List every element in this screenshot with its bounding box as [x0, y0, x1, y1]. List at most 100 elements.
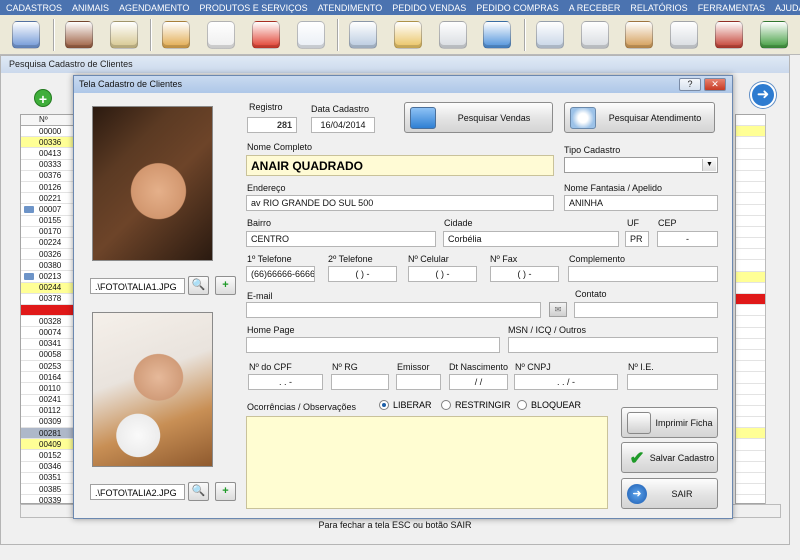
cidade-field[interactable]: Corbélia	[443, 231, 619, 247]
toolbar-button-12[interactable]	[576, 17, 613, 53]
menu-item-8[interactable]: RELATÓRIOS	[630, 3, 687, 13]
msn-field[interactable]	[508, 337, 718, 353]
toolbar-button-1[interactable]	[61, 17, 98, 53]
toolbar-button-11[interactable]	[532, 17, 569, 53]
table-row[interactable]: 00336	[21, 137, 75, 149]
add-client-icon[interactable]: +	[34, 89, 52, 107]
radio-restringir[interactable]: RESTRINGIR	[441, 400, 511, 410]
sair-button[interactable]: ➜ SAIR	[621, 478, 718, 509]
table-row[interactable]: 00170	[21, 227, 75, 238]
endereco-field[interactable]: av RIO GRANDE DO SUL 500	[246, 195, 554, 211]
toolbar-button-2[interactable]	[105, 17, 142, 53]
photo1-add-button[interactable]: +	[215, 276, 236, 295]
rg-field[interactable]	[331, 374, 389, 390]
data-cadastro-field[interactable]: 16/04/2014	[311, 117, 375, 133]
vertical-scrollbar[interactable]	[765, 114, 781, 504]
cnpj-field[interactable]: . . / -	[514, 374, 618, 390]
toolbar-button-13[interactable]	[621, 17, 658, 53]
menu-item-3[interactable]: PRODUTOS E SERVIÇOS	[199, 3, 307, 13]
table-row[interactable]: 00110	[21, 383, 75, 395]
table-row[interactable]: 00112	[21, 406, 75, 417]
toolbar-button-4[interactable]	[203, 17, 240, 53]
photo2-path[interactable]: .\FOTO\TALIA2.JPG	[90, 484, 185, 500]
menu-item-7[interactable]: A RECEBER	[569, 3, 621, 13]
toolbar-button-8[interactable]	[390, 17, 427, 53]
bairro-field[interactable]: CENTRO	[246, 231, 436, 247]
menu-item-2[interactable]: AGENDAMENTO	[119, 3, 189, 13]
table-row[interactable]: 00007	[21, 204, 75, 216]
menu-item-5[interactable]: PEDIDO VENDAS	[392, 3, 466, 13]
homepage-field[interactable]	[246, 337, 500, 353]
toolbar-button-14[interactable]	[666, 17, 703, 53]
next-arrow-button[interactable]: ➜	[750, 82, 776, 108]
ie-field[interactable]	[627, 374, 718, 390]
table-row[interactable]: 00126	[21, 182, 75, 194]
toolbar-button-6[interactable]	[292, 17, 329, 53]
imprimir-ficha-button[interactable]: Imprimir Ficha	[621, 407, 718, 438]
table-row[interactable]: 00346	[21, 462, 75, 473]
table-row[interactable]: 00326	[21, 249, 75, 261]
menu-item-6[interactable]: PEDIDO COMPRAS	[476, 3, 559, 13]
menu-item-1[interactable]: ANIMAIS	[72, 3, 109, 13]
table-row[interactable]: 00413	[21, 148, 75, 160]
table-row[interactable]: 00164	[21, 372, 75, 384]
table-row[interactable]: 00333	[21, 160, 75, 171]
menu-item-9[interactable]: FERRAMENTAS	[698, 3, 765, 13]
menu-item-0[interactable]: CADASTROS	[6, 3, 62, 13]
table-row[interactable]: 00380	[21, 260, 75, 272]
cpf-field[interactable]: . . -	[248, 374, 323, 390]
toolbar-button-0[interactable]	[8, 17, 45, 53]
menu-item-10[interactable]: AJUDA	[775, 3, 800, 13]
table-row[interactable]: 00000	[21, 126, 75, 138]
table-row[interactable]: 00378	[21, 294, 75, 305]
table-row[interactable]: 00224	[21, 238, 75, 250]
observacoes-textarea[interactable]	[246, 416, 608, 509]
radio-liberar[interactable]: LIBERAR	[379, 400, 432, 410]
photo2-add-button[interactable]: +	[215, 482, 236, 501]
table-row[interactable]: 00058	[21, 350, 75, 361]
tipo-cadastro-select[interactable]: ▼	[564, 157, 718, 173]
toolbar-button-15[interactable]	[711, 17, 748, 53]
help-button[interactable]: ?	[679, 78, 701, 91]
contato-field[interactable]	[574, 302, 718, 318]
toolbar-button-10[interactable]	[479, 17, 516, 53]
cep-field[interactable]: -	[657, 231, 718, 247]
table-row[interactable]: 00155	[21, 216, 75, 227]
tel1-field[interactable]: (66)66666-6666	[246, 266, 315, 282]
table-row[interactable]: 00074	[21, 327, 75, 339]
toolbar-button-7[interactable]	[345, 17, 382, 53]
table-row[interactable]: 00152	[21, 450, 75, 462]
pesquisar-vendas-button[interactable]: Pesquisar Vendas	[404, 102, 553, 133]
salvar-cadastro-button[interactable]: ✔ Salvar Cadastro	[621, 442, 718, 473]
email-send-button[interactable]: ✉	[549, 302, 567, 317]
tel2-field[interactable]: ( ) -	[328, 266, 397, 282]
fax-field[interactable]: ( ) -	[490, 266, 559, 282]
menu-item-4[interactable]: ATENDIMENTO	[318, 3, 383, 13]
toolbar-button-16[interactable]	[755, 17, 792, 53]
photo2-search-button[interactable]: 🔍	[188, 482, 209, 501]
celular-field[interactable]: ( ) -	[408, 266, 477, 282]
pesquisar-atendimento-button[interactable]: Pesquisar Atendimento	[564, 102, 715, 133]
toolbar-button-5[interactable]	[248, 17, 285, 53]
table-row[interactable]: 00385	[21, 484, 75, 496]
table-row[interactable]: 00376	[21, 171, 75, 182]
table-row[interactable]: 00213	[21, 271, 75, 283]
table-row[interactable]: 00241	[21, 395, 75, 406]
complemento-field[interactable]	[568, 266, 718, 282]
photo1-search-button[interactable]: 🔍	[188, 276, 209, 295]
close-button[interactable]: ✕	[704, 78, 726, 91]
table-row[interactable]: 00328	[21, 316, 75, 328]
uf-field[interactable]: PR	[625, 231, 649, 247]
nascimento-field[interactable]: / /	[449, 374, 508, 390]
table-row[interactable]: 00341	[21, 339, 75, 350]
registro-field[interactable]: 281	[247, 117, 297, 133]
nome-field[interactable]: ANAIR QUADRADO	[246, 155, 554, 176]
table-row[interactable]: 00221	[21, 193, 75, 205]
table-row[interactable]: 00351	[21, 473, 75, 484]
table-row[interactable]: 00281	[21, 428, 75, 440]
table-row[interactable]: 00309	[21, 417, 75, 429]
table-row[interactable]: 00253	[21, 361, 75, 373]
table-row[interactable]	[21, 305, 75, 317]
radio-bloquear[interactable]: BLOQUEAR	[517, 400, 581, 410]
fantasia-field[interactable]: ANINHA	[564, 195, 718, 211]
